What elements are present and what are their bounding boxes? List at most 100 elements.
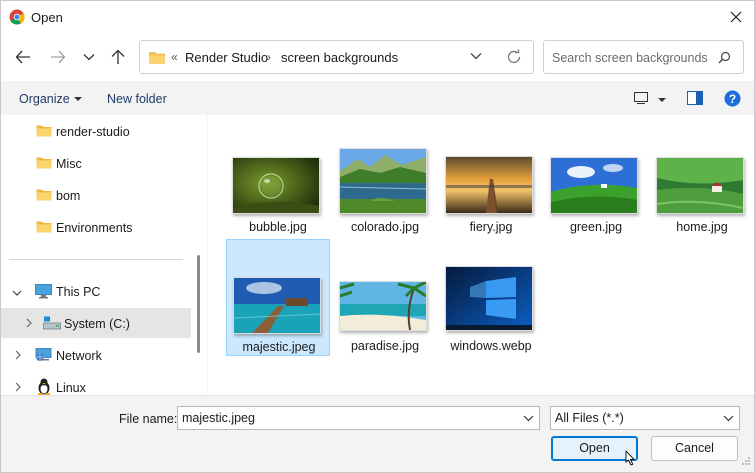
file-item-paradise[interactable]: paradise.jpg [333,239,437,356]
tree-item-linux[interactable]: Linux [1,372,191,395]
thumbnail-image [656,157,744,214]
search-input[interactable]: Search screen backgrounds [552,51,708,65]
file-name: green.jpg [569,220,623,234]
help-icon: ? [724,90,741,107]
folder-icon [36,156,52,172]
file-name: colorado.jpg [350,220,420,234]
file-name: majestic.jpeg [242,340,316,354]
cancel-button[interactable]: Cancel [651,436,738,461]
tree-item-label: Network [56,349,102,363]
file-name-history-button[interactable] [523,413,534,427]
navigation-pane: render-studio Misc bom Environments This… [1,115,207,395]
organize-label: Organize [19,92,70,106]
file-name: paradise.jpg [350,339,420,353]
file-item-majestic[interactable]: majestic.jpeg [226,239,330,356]
view-options-button[interactable] [634,92,648,107]
navigation-scrollbar[interactable] [197,255,200,353]
file-name-value: majestic.jpeg [182,411,255,425]
tree-item-label: Environments [56,221,133,235]
file-list: bubble.jpg colorado.jpg fiery.jpg green.… [208,115,754,395]
tree-item-render-studio[interactable]: render-studio [1,116,191,146]
thumbnail-image [339,280,427,331]
back-button[interactable] [11,46,35,68]
tree-item-label: This PC [56,285,101,299]
back-arrow-icon [15,50,30,64]
file-item-bubble[interactable]: bubble.jpg [226,119,330,236]
file-type-value: All Files (*.*) [555,411,624,425]
window-title: Open [31,10,63,25]
address-bar[interactable]: « Render Studio › screen backgrounds [139,40,534,74]
file-name-input[interactable]: majestic.jpeg [177,406,540,430]
tree-item-system-c[interactable]: System (C:) [1,308,191,338]
folder-icon [36,188,52,204]
thumbnail-image [233,277,321,334]
tree-item-label: bom [56,189,81,203]
tree-item-label: Misc [56,157,82,171]
file-item-fiery[interactable]: fiery.jpg [439,119,543,236]
tree-item-label: render-studio [56,125,130,139]
close-button[interactable] [718,1,754,33]
tree-item-misc[interactable]: Misc [1,148,191,178]
overflow-chevron[interactable]: « [171,50,178,64]
address-history-button[interactable] [470,50,482,65]
dialog-footer: File name: majestic.jpeg All Files (*.*)… [1,395,754,472]
tree-item-bom[interactable]: bom [1,180,191,210]
file-name-label: File name: [119,412,178,426]
file-item-windows[interactable]: windows.webp [439,239,543,356]
preview-pane-icon [687,91,703,105]
file-type-dropdown[interactable] [723,413,734,427]
chevron-down-icon [83,54,95,61]
navigation-bar: « Render Studio › screen backgrounds Sea… [1,33,754,81]
file-item-home[interactable]: home.jpg [650,119,754,236]
chevron-right-icon[interactable] [14,349,22,363]
thumbnail-image [445,266,533,331]
thumbnail-image [550,157,638,214]
resize-grip-icon[interactable] [741,455,751,469]
drive-icon [43,316,61,333]
thumbnail-image [445,156,533,214]
caret-down-icon [73,97,82,101]
file-name: bubble.jpg [249,220,307,234]
chevron-down-icon [523,415,534,422]
chrome-icon [9,9,25,25]
chevron-right-icon[interactable] [25,317,33,331]
up-button[interactable] [106,46,130,68]
search-box[interactable]: Search screen backgrounds [543,40,744,74]
pc-icon [35,284,52,302]
forward-button[interactable] [46,46,70,68]
file-name: fiery.jpg [469,220,513,234]
breadcrumb-separator[interactable]: › [267,50,271,64]
thumbnail-image [232,157,320,214]
file-type-select[interactable]: All Files (*.*) [550,406,740,430]
tree-item-label: System (C:) [64,317,130,331]
chevron-down-icon [723,415,734,422]
tree-item-environments[interactable]: Environments [1,212,191,242]
file-item-colorado[interactable]: colorado.jpg [333,119,437,236]
network-icon [35,348,52,366]
open-dialog: Open « Render Studio › screen background… [0,0,755,473]
new-folder-button[interactable]: New folder [107,92,167,106]
chevron-right-icon[interactable] [14,381,22,395]
breadcrumb-screen-backgrounds[interactable]: screen backgrounds [281,50,398,65]
expand-chevron-icon[interactable] [12,286,22,300]
folder-icon [36,124,52,140]
mouse-cursor-icon [622,450,636,471]
breadcrumb-render-studio[interactable]: Render Studio [185,50,268,65]
file-name: windows.webp [450,339,532,353]
recent-locations-button[interactable] [77,46,101,68]
refresh-button[interactable] [506,49,522,68]
file-name: home.jpg [676,220,728,234]
view-icon [634,92,648,104]
forward-arrow-icon [51,50,66,64]
thumbnail-image [339,148,427,214]
tree-item-network[interactable]: Network [1,340,191,370]
organize-menu[interactable]: Organize [19,92,82,106]
preview-pane-button[interactable] [687,91,703,108]
help-button[interactable]: ? [724,90,741,110]
tree-item-this-pc[interactable]: This PC [1,276,191,306]
refresh-icon [507,49,521,64]
tree-item-label: Linux [56,381,86,395]
chevron-down-icon [470,53,482,60]
file-item-green[interactable]: green.jpg [544,119,648,236]
view-dropdown-icon[interactable] [658,98,666,102]
